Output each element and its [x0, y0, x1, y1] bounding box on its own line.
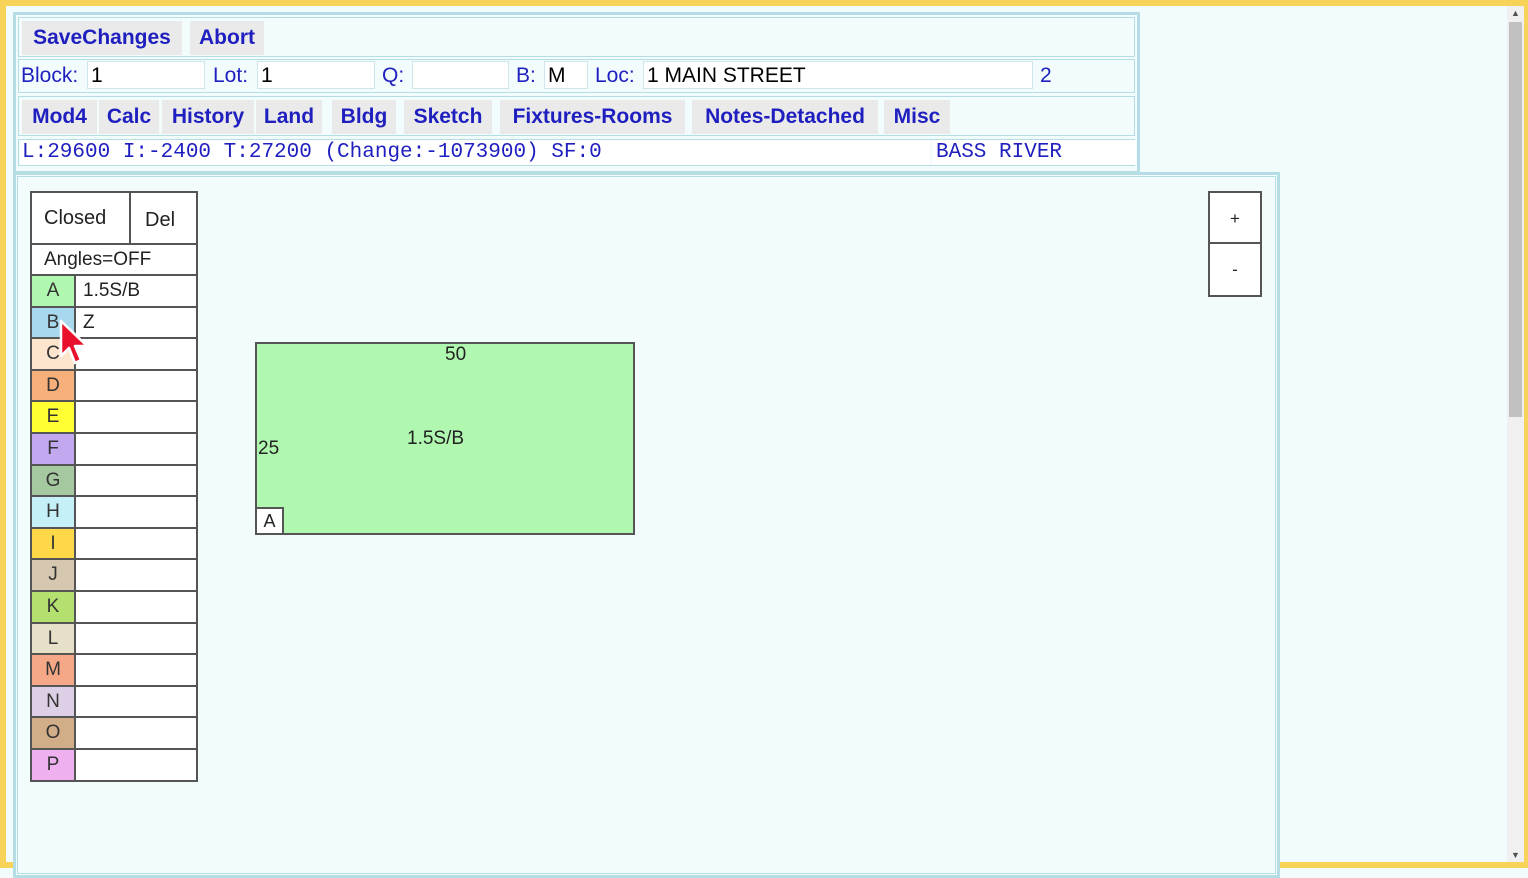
delete-button[interactable]: Del — [133, 193, 195, 243]
area-code-swatch[interactable]: F — [32, 433, 76, 464]
window-frame-right — [1524, 0, 1528, 868]
area-description-field[interactable] — [76, 655, 196, 685]
area-code-swatch[interactable]: G — [32, 465, 76, 496]
mouse-cursor-icon — [59, 319, 89, 365]
area-code-swatch[interactable]: E — [32, 402, 76, 432]
area-description-field[interactable] — [76, 339, 196, 369]
legend-row-f[interactable]: F — [32, 433, 196, 466]
area-code-swatch[interactable]: K — [32, 591, 76, 622]
legend-row-a[interactable]: A 1.5S/B — [32, 276, 196, 308]
zoom-in-button[interactable]: + — [1210, 193, 1260, 242]
lot-field[interactable]: 1 — [257, 61, 375, 89]
valuation-status: L:29600 I:-2400 T:27200 (Change:-1073900… — [20, 140, 930, 165]
tab-notes-detached[interactable]: Notes-Detached — [692, 100, 878, 134]
area-description-field[interactable] — [76, 434, 196, 464]
area-description-field[interactable]: Z — [76, 308, 196, 338]
area-description-field[interactable] — [76, 718, 196, 748]
action-bar: SaveChanges Abort — [18, 17, 1135, 57]
legend-controls: Closed Del — [32, 193, 196, 245]
window-frame-left — [0, 0, 6, 868]
legend-row-l[interactable]: L — [32, 623, 196, 656]
area-legend: Closed Del Angles=OFF A 1.5S/B B Z C D E F G H I J K… — [30, 191, 198, 782]
zoom-out-button[interactable]: - — [1210, 244, 1260, 293]
scroll-thumb[interactable] — [1509, 22, 1522, 417]
area-code-label: 1.5S/B — [407, 428, 465, 449]
area-code-swatch[interactable]: L — [32, 623, 76, 654]
zoom-controls: + - — [1208, 191, 1262, 297]
legend-row-d[interactable]: D — [32, 370, 196, 403]
area-description-field[interactable] — [76, 497, 196, 527]
header-panel: SaveChanges Abort Block: 1 Lot: 1 Q: B: … — [13, 12, 1140, 174]
scroll-down-icon[interactable]: ▼ — [1507, 848, 1524, 862]
block-field[interactable]: 1 — [87, 61, 205, 89]
legend-row-o[interactable]: O — [32, 718, 196, 750]
area-description-field[interactable] — [76, 687, 196, 717]
save-changes-button[interactable]: SaveChanges — [22, 21, 182, 55]
area-description-field[interactable]: 1.5S/B — [76, 276, 196, 306]
vertical-scrollbar[interactable]: ▲ ▼ — [1507, 6, 1524, 862]
window-frame-top — [0, 0, 1528, 6]
area-code-swatch[interactable]: P — [32, 749, 76, 780]
area-code-swatch[interactable]: I — [32, 528, 76, 559]
sketch-panel — [13, 172, 1280, 878]
area-description-field[interactable] — [76, 371, 196, 401]
block-label: Block: — [21, 64, 79, 87]
legend-row-p[interactable]: P — [32, 749, 196, 780]
area-description-field[interactable] — [76, 750, 196, 780]
legend-row-i[interactable]: I — [32, 528, 196, 561]
area-description-field[interactable] — [76, 624, 196, 654]
legend-row-c[interactable]: C — [32, 339, 196, 371]
area-code-swatch[interactable]: O — [32, 718, 76, 748]
width-dimension-label: 50 — [445, 344, 467, 365]
scroll-up-icon[interactable]: ▲ — [1507, 6, 1524, 20]
town-name: BASS RIVER — [932, 140, 1136, 165]
legend-row-h[interactable]: H — [32, 497, 196, 529]
legend-row-k[interactable]: K — [32, 591, 196, 624]
sketch-area-a[interactable]: 50 25 1.5S/B A — [255, 342, 635, 535]
tab-bar: Mod4 Calc History Land Bldg Sketch Fixtu… — [18, 96, 1135, 136]
b-field[interactable]: M — [544, 61, 588, 89]
legend-row-g[interactable]: G — [32, 465, 196, 498]
q-label: Q: — [382, 64, 405, 87]
status-bar: L:29600 I:-2400 T:27200 (Change:-1073900… — [18, 139, 1136, 166]
tab-history[interactable]: History — [162, 100, 254, 134]
card-number: 2 — [1040, 64, 1052, 87]
area-description-field[interactable] — [76, 560, 196, 590]
area-code-swatch[interactable]: D — [32, 370, 76, 401]
area-description-field[interactable] — [76, 402, 196, 432]
area-code-swatch[interactable]: M — [32, 655, 76, 685]
legend-row-j[interactable]: J — [32, 560, 196, 592]
tab-fixtures-rooms[interactable]: Fixtures-Rooms — [500, 100, 685, 134]
tab-land[interactable]: Land — [256, 100, 322, 134]
location-field[interactable]: 1 MAIN STREET — [643, 61, 1033, 89]
tab-sketch[interactable]: Sketch — [404, 100, 492, 134]
area-description-field[interactable] — [76, 529, 196, 559]
legend-row-b[interactable]: BZ — [32, 307, 196, 340]
parcel-bar: Block: 1 Lot: 1 Q: B: M Loc: 1 MAIN STRE… — [18, 59, 1135, 93]
b-label: B: — [516, 64, 536, 87]
area-description-field[interactable] — [76, 592, 196, 622]
sketch-canvas[interactable] — [17, 176, 1276, 874]
area-code-swatch[interactable]: A — [32, 276, 76, 306]
q-field[interactable] — [412, 61, 509, 89]
area-code-swatch[interactable]: H — [32, 497, 76, 527]
angles-toggle[interactable]: Angles=OFF — [32, 245, 196, 276]
tab-bldg[interactable]: Bldg — [332, 100, 396, 134]
legend-row-m[interactable]: M — [32, 655, 196, 687]
tab-mod4[interactable]: Mod4 — [22, 100, 97, 134]
abort-button[interactable]: Abort — [190, 21, 264, 55]
tab-misc[interactable]: Misc — [884, 100, 950, 134]
area-corner-tag[interactable]: A — [257, 507, 284, 533]
tab-calc[interactable]: Calc — [99, 100, 159, 134]
lot-label: Lot: — [213, 64, 249, 87]
legend-row-n[interactable]: N — [32, 686, 196, 719]
legend-rows: A 1.5S/B B Z C D E F G H I J K L M N O P — [32, 276, 196, 780]
legend-row-e[interactable]: E — [32, 402, 196, 434]
loc-label: Loc: — [595, 64, 635, 87]
height-dimension-label: 25 — [258, 438, 280, 459]
closed-toggle[interactable]: Closed — [32, 193, 131, 243]
area-code-swatch[interactable]: N — [32, 686, 76, 717]
area-code-swatch[interactable]: J — [32, 560, 76, 590]
area-description-field[interactable] — [76, 466, 196, 496]
